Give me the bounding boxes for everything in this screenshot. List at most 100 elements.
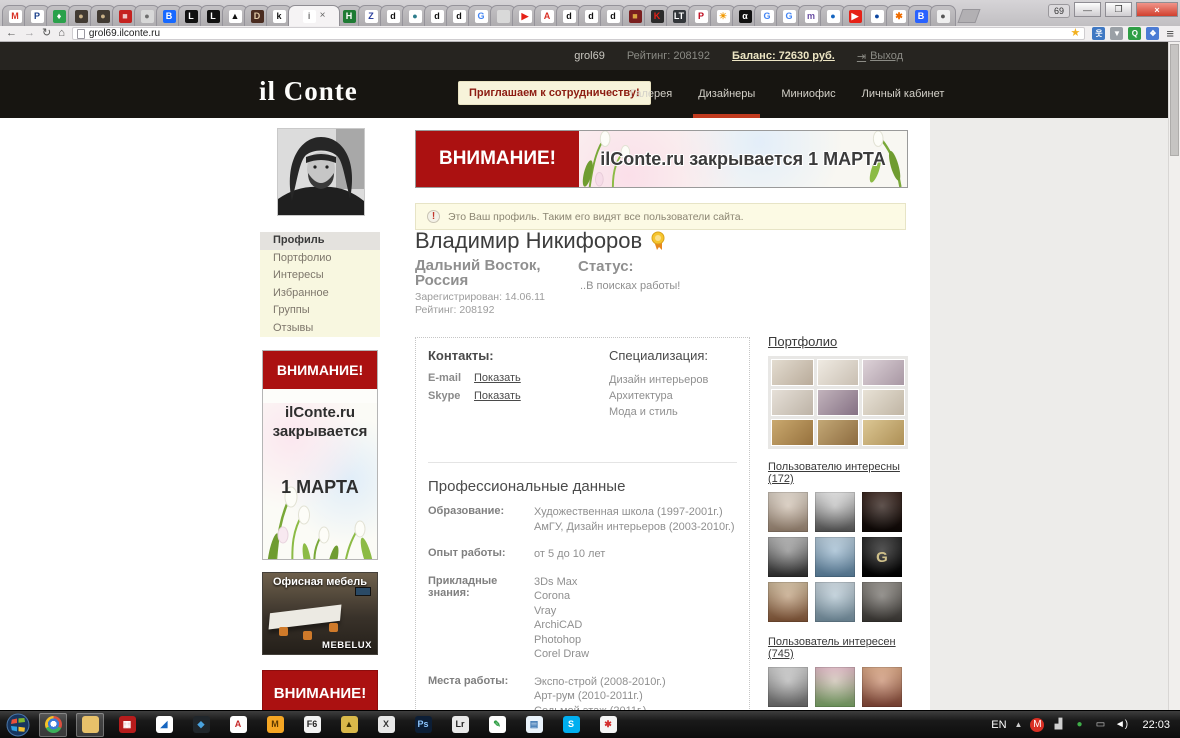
taskbar-app-button[interactable]: Ps [409,713,437,737]
portfolio-link[interactable]: Портфолио [768,334,837,349]
portfolio-thumbnail[interactable] [862,419,905,446]
logout-icon: ⇥ [856,50,867,63]
tray-icon[interactable]: ▟ [1051,718,1065,732]
user-avatar[interactable] [815,537,855,577]
ad-screen-graphic [355,587,371,596]
sidebar-item-Группы[interactable]: Группы [260,302,380,320]
interested-link[interactable]: Пользователь интересен (745) [768,636,908,660]
url-bar[interactable]: grol69.ilconte.ru ★ [71,27,1086,40]
tray-icon[interactable]: ▭ [1093,718,1107,732]
interests-link[interactable]: Пользователю интересны (172) [768,461,908,485]
active-tab[interactable]: i × [288,5,340,26]
tray-icon[interactable]: M [1030,717,1045,732]
tab-count-badge[interactable]: 69 [1047,4,1070,18]
sidebar-attention-banner-2[interactable]: ВНИМАНИЕ! [262,670,378,710]
portfolio-thumbnail[interactable] [771,359,814,386]
contact-show-link[interactable]: Показать [474,390,521,402]
portfolio-thumbnail[interactable] [771,419,814,446]
main-nav: Галерея Дизайнеры Миниофис Личный кабинет [630,70,944,118]
taskbar-app-button[interactable] [76,712,104,737]
extension-icon[interactable]: Q [1128,27,1142,40]
taskbar-app-button[interactable]: S [557,713,585,737]
cooperation-button[interactable]: Приглашаем к сотрудничеству! [458,81,651,105]
user-avatar[interactable] [815,582,855,622]
tab-favicon: d [430,9,444,23]
portfolio-thumbnail[interactable] [816,389,860,416]
taskbar-app-button[interactable]: ✎ [483,713,511,737]
scrollbar-thumb[interactable] [1170,44,1179,156]
browser-tab[interactable]: ● [930,5,956,26]
tab-strip: M P ♦ ● ● ■ ● B L L ▲ Dk i × H Zd ● d d G ▶ Ad d d ■ K LT P ☀ α G Gm… [0,0,1180,26]
refresh-icon[interactable]: ↻ [42,28,51,39]
minimize-button[interactable]: — [1074,2,1101,17]
balance-link[interactable]: Баланс: 72630 руб. [732,50,835,62]
taskbar-app-button[interactable]: ◆ [187,713,215,737]
user-avatar[interactable] [815,492,855,532]
new-tab-button[interactable] [957,9,981,23]
forward-icon[interactable]: → [24,28,35,39]
sidebar-item-Портфолио[interactable]: Портфолио [260,250,380,268]
taskbar-app-button[interactable]: ✱ [594,713,622,737]
extension-icon[interactable]: 웃 [1092,27,1106,40]
contact-show-link[interactable]: Показать [474,372,521,384]
taskbar-app-button[interactable]: X [372,713,400,737]
sidebar-attention-banner[interactable]: ВНИМАНИЕ! ilConte.ru закрывается 1 МАРТА [262,350,378,560]
sidebar-item-Профиль[interactable]: Профиль [260,232,380,250]
url-text[interactable]: grol69.ilconte.ru [89,28,1067,39]
username[interactable]: grol69 [574,50,605,62]
user-avatar[interactable] [768,492,808,532]
page-scrollbar[interactable] [1168,42,1180,710]
nav-item-Личный кабинет[interactable]: Личный кабинет [862,70,945,118]
user-avatar[interactable] [862,582,902,622]
portfolio-thumbnail[interactable] [816,419,860,446]
tray-icon[interactable]: ● [1072,718,1086,732]
nav-item-Галерея[interactable]: Галерея [630,70,672,118]
sidebar-item-Отзывы[interactable]: Отзывы [260,320,380,338]
site-logo[interactable]: il Conte [259,76,358,107]
taskbar-app-button[interactable]: ▤ [520,713,548,737]
home-icon[interactable]: ⌂ [58,28,65,39]
sidebar-item-Избранное[interactable]: Избранное [260,285,380,303]
portfolio-thumbnail[interactable] [862,389,905,416]
mebelux-ad-banner[interactable]: Офисная мебель MEBELUX [262,572,378,655]
close-button[interactable]: × [1136,2,1178,17]
browser-menu-icon[interactable]: ≡ [1166,27,1174,40]
user-avatar[interactable] [768,667,808,707]
logout-link[interactable]: ⇥ Выход [857,50,903,63]
user-avatar[interactable] [768,537,808,577]
user-avatar[interactable]: G [862,537,902,577]
profile-info-box: Контакты: E-mail Показать Skype Показать Сп… [415,337,750,710]
user-avatar[interactable] [862,492,902,532]
taskbar-app-button[interactable]: Lr [446,713,474,737]
profile-avatar[interactable] [277,128,365,216]
taskbar-app-button[interactable]: A [224,713,252,737]
bookmark-star-icon[interactable]: ★ [1071,28,1081,39]
back-icon[interactable]: ← [6,28,17,39]
taskbar-app-button[interactable] [39,712,67,737]
closing-banner[interactable]: ВНИМАНИЕ! ilConte.ru закрывается 1 МАРТА [415,130,908,188]
contacts-rows: E-mail Показать Skype Показать [428,372,609,402]
nav-item-Миниофис[interactable]: Миниофис [781,70,835,118]
user-avatar[interactable] [862,667,902,707]
taskbar-app-button[interactable]: ▲ [335,713,363,737]
maximize-button[interactable]: ❐ [1105,2,1132,17]
language-indicator[interactable]: EN [991,719,1006,731]
portfolio-thumbnail[interactable] [771,389,814,416]
user-avatar[interactable] [768,582,808,622]
taskbar-app-button[interactable]: F6 [298,713,326,737]
user-avatar[interactable] [815,667,855,707]
extension-icon[interactable]: ▼ [1110,27,1124,40]
taskbar-app-button[interactable]: ◢ [150,713,178,737]
tab-close-icon[interactable]: × [320,11,326,21]
user-rating: Рейтинг: 208192 [626,50,711,62]
taskbar-app-button[interactable]: ▦ [113,713,141,737]
tray-expand-icon[interactable]: ▲ [1015,720,1023,729]
extension-icon[interactable]: ❖ [1146,27,1160,40]
portfolio-thumbnail[interactable] [862,359,905,386]
portfolio-thumbnail[interactable] [816,359,860,386]
taskbar-app-button[interactable]: M [261,713,289,737]
start-button[interactable] [6,713,30,737]
nav-item-Дизайнеры[interactable]: Дизайнеры [693,70,761,118]
tray-icon[interactable]: ◄) [1114,718,1128,732]
sidebar-item-Интересы[interactable]: Интересы [260,267,380,285]
